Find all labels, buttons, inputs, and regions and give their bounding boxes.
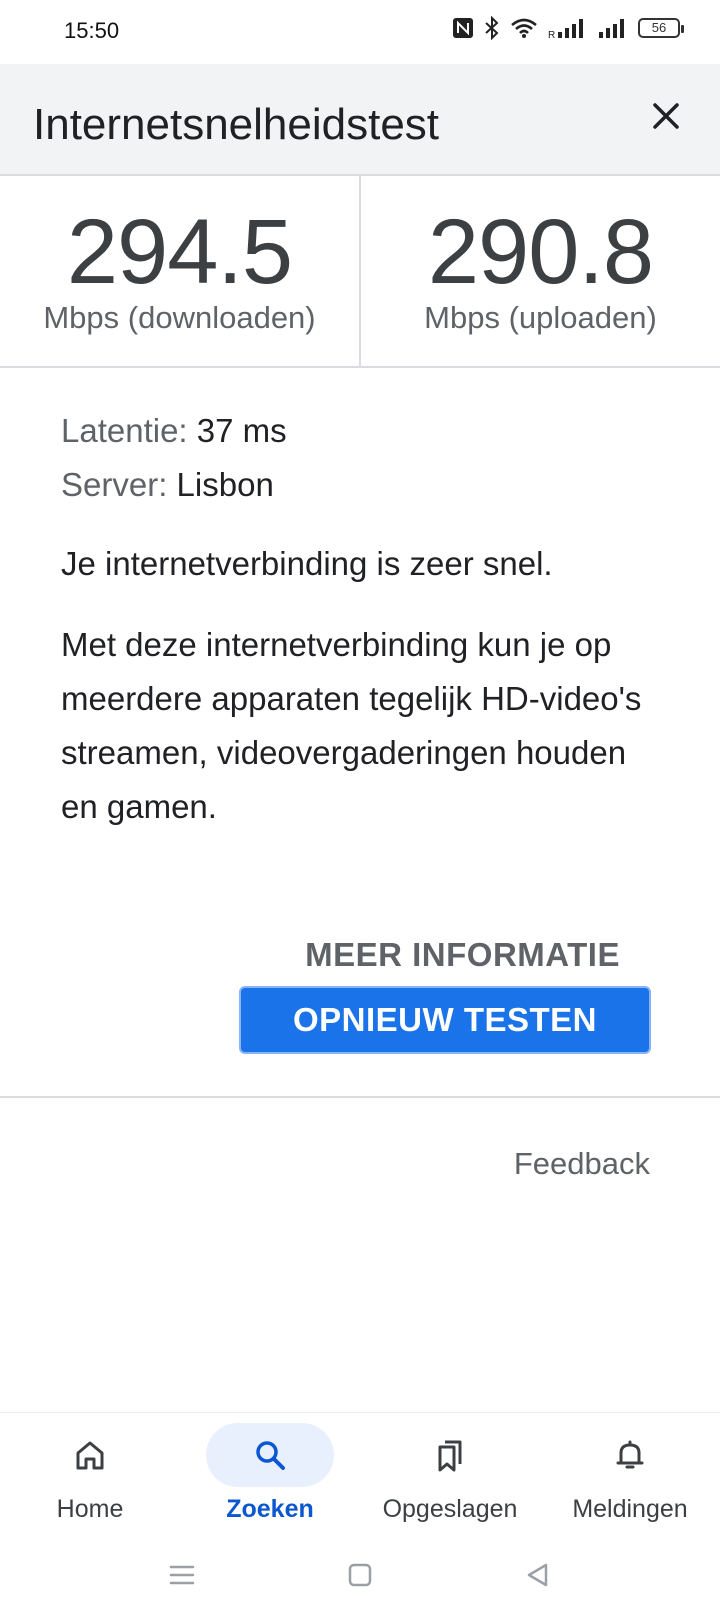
status-icons: R 56: [452, 16, 684, 40]
nfc-icon: [453, 18, 473, 38]
bookmarks-icon: [438, 1440, 462, 1472]
home-square-icon[interactable]: [346, 1561, 374, 1589]
speed-verdict: Je internetverbinding is zeer snel.: [61, 545, 553, 582]
nav-label-notifications: Meldingen: [572, 1495, 688, 1523]
result-details: Latentie: 37 ms Server: Lisbon Je intern…: [61, 404, 661, 834]
bell-icon: [616, 1440, 644, 1469]
speed-results: 294.5 Mbps (downloaden) 290.8 Mbps (uplo…: [0, 176, 720, 368]
nav-item-notifications[interactable]: Meldingen: [540, 1413, 720, 1539]
header: Internetsnelheidstest: [0, 64, 720, 176]
nav-pill: [566, 1423, 694, 1487]
nav-item-saved[interactable]: Opgeslagen: [360, 1413, 540, 1539]
close-icon[interactable]: [648, 98, 684, 134]
nav-pill-active: [206, 1423, 334, 1487]
download-speed-value: 294.5: [66, 201, 293, 303]
server-value: Lisbon: [176, 466, 274, 503]
bottom-nav: Home Zoeken Opgeslagen Meldingen: [0, 1412, 720, 1539]
latency-value: 37 ms: [196, 412, 287, 449]
more-info-link[interactable]: MEER INFORMATIE: [305, 936, 620, 974]
retest-button[interactable]: OPNIEUW TESTEN: [239, 986, 651, 1054]
bluetooth-icon: [485, 16, 499, 40]
nav-label-search: Zoeken: [226, 1495, 314, 1523]
latency-line: Latentie: 37 ms: [61, 404, 661, 458]
upload-speed-unit: Mbps (uploaden): [424, 300, 657, 335]
server-label: Server:: [61, 466, 168, 503]
back-triangle-icon[interactable]: [524, 1561, 552, 1589]
status-bar: 15:50 R 56: [0, 0, 720, 64]
svg-text:R: R: [548, 30, 555, 39]
nav-pill: [26, 1423, 154, 1487]
signal-icon: [599, 19, 624, 38]
signal-roaming-icon: R: [548, 19, 583, 39]
search-icon: [256, 1441, 285, 1470]
nav-item-search[interactable]: Zoeken: [180, 1413, 360, 1539]
battery-icon: 56: [638, 18, 684, 38]
home-icon: [76, 1441, 104, 1470]
nav-item-home[interactable]: Home: [0, 1413, 180, 1539]
upload-speed-value: 290.8: [427, 201, 654, 303]
battery-level: 56: [651, 20, 667, 35]
divider: [0, 1096, 720, 1098]
download-speed-unit: Mbps (downloaden): [43, 300, 316, 335]
upload-result: 290.8 Mbps (uploaden): [361, 176, 720, 366]
download-result: 294.5 Mbps (downloaden): [0, 176, 361, 366]
speed-explanation: Met deze internetverbinding kun je op me…: [61, 626, 642, 825]
system-nav-bar: [0, 1538, 720, 1612]
feedback-link[interactable]: Feedback: [514, 1146, 650, 1182]
nav-pill: [386, 1423, 514, 1487]
nav-label-home: Home: [56, 1495, 124, 1523]
wifi-icon: [511, 18, 537, 38]
status-time: 15:50: [64, 18, 120, 43]
server-line: Server: Lisbon: [61, 458, 661, 512]
latency-label: Latentie:: [61, 412, 188, 449]
nav-label-saved: Opgeslagen: [382, 1495, 518, 1523]
page-title: Internetsnelheidstest: [33, 100, 440, 149]
recents-icon[interactable]: [168, 1561, 196, 1589]
